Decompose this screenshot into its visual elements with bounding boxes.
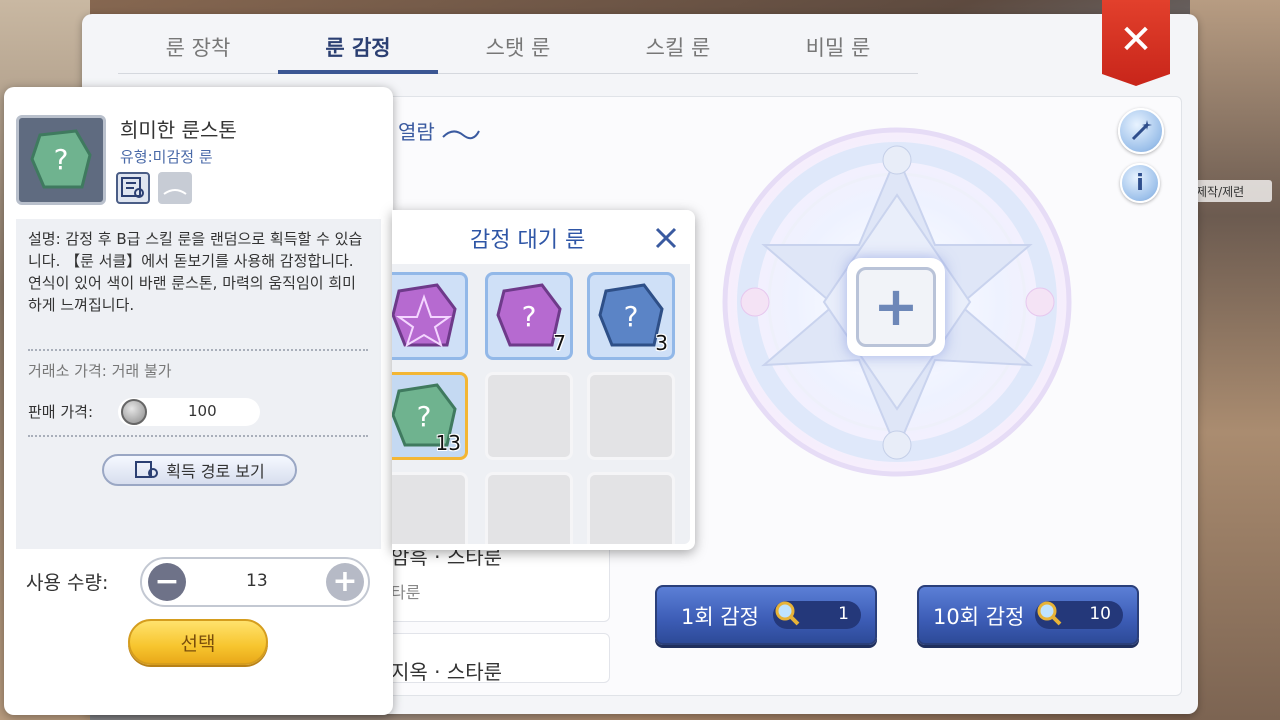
rune-count: 7 (553, 331, 566, 355)
rune-count: 3 (655, 331, 668, 355)
acquire-route-label: 획득 경로 보기 (166, 462, 265, 481)
close-icon[interactable] (652, 224, 680, 252)
background-menu-label: 제작/제련 (1192, 180, 1272, 202)
rune-slot[interactable]: ? 13 (392, 372, 468, 460)
appraise-once-button[interactable]: 1회 감정 1 (655, 585, 877, 645)
tab-rune-appraise[interactable]: 룬 감정 (278, 26, 438, 74)
magnifier-cost-pill: 10 (1035, 601, 1123, 629)
appraise-ten-label: 10회 감정 (933, 605, 1025, 629)
svg-text:?: ? (522, 300, 537, 333)
rune-slot-empty[interactable] (485, 372, 573, 460)
list-item-subtitle: 타룬 (391, 583, 421, 602)
appraise-ten-cost: 10 (1089, 604, 1111, 624)
quantity-label: 사용 수량: (26, 572, 109, 594)
rune-slot[interactable]: ? 3 (587, 272, 675, 360)
item-type: 유형:미감정 룬 (120, 148, 213, 166)
sell-price-pill: 100 (118, 398, 260, 426)
item-slot-icon (158, 172, 192, 204)
trade-price: 거래소 가격: 거래 불가 (28, 362, 172, 380)
svg-text:?: ? (417, 400, 432, 433)
select-button[interactable]: 선택 (128, 619, 268, 665)
tab-secret-rune[interactable]: 비밀 룬 (758, 26, 918, 74)
rune-slot-frame: + (856, 267, 936, 347)
route-search-icon (135, 461, 159, 478)
appraise-once-label: 1회 감정 (681, 605, 759, 629)
magnifier-cost-pill: 1 (773, 601, 861, 629)
rune-slot[interactable] (392, 272, 468, 360)
close-button[interactable]: ✕ (1102, 0, 1170, 86)
info-icon: i (1136, 170, 1144, 196)
flourish-icon (442, 130, 481, 139)
list-item[interactable]: 지옥 · 스타룬 (382, 633, 610, 684)
item-detail-icon[interactable] (116, 172, 150, 204)
quantity-stepper: − 13 + (140, 557, 370, 607)
section-header: 열람 (398, 116, 481, 145)
info-button[interactable]: i (1120, 163, 1160, 203)
zeny-coin-icon (121, 399, 147, 425)
tab-rune-equip[interactable]: 룬 장착 (118, 26, 278, 74)
minus-icon: − (154, 564, 180, 599)
tab-bar: 룬 장착 룬 감정 스탯 룬 스킬 룬 비밀 룬 (118, 26, 918, 74)
plus-icon: + (332, 564, 358, 599)
rune-count: 13 (435, 431, 461, 455)
svg-text:?: ? (54, 143, 69, 176)
item-description: 설명: 감정 후 B급 스킬 룬을 랜덤으로 획득할 수 있습니다. 【룬 서클… (28, 230, 363, 314)
item-name: 희미한 룬스톤 (120, 118, 237, 142)
rune-slot-empty[interactable] (392, 472, 468, 544)
tab-stat-rune[interactable]: 스탯 룬 (438, 26, 598, 74)
rune-slot[interactable]: ? 7 (485, 272, 573, 360)
divider (28, 435, 368, 437)
background-scenery-right (1190, 0, 1280, 720)
tab-skill-rune[interactable]: 스킬 룬 (598, 26, 758, 74)
quantity-value[interactable]: 13 (246, 571, 268, 591)
acquire-route-button[interactable]: 획득 경로 보기 (102, 454, 297, 486)
divider (28, 349, 368, 351)
magnifier-icon (775, 601, 800, 626)
sell-price-value: 100 (188, 402, 217, 420)
section-header-text: 열람 (398, 120, 435, 144)
list-item-title: 지옥 · 스타룬 (391, 660, 503, 684)
rune-slot-empty[interactable] (587, 472, 675, 544)
svg-text:?: ? (624, 300, 639, 333)
rune-slot-empty[interactable] (587, 372, 675, 460)
rune-slot-add[interactable]: + (847, 258, 945, 356)
minus-button[interactable]: − (148, 563, 186, 601)
close-icon: ✕ (1119, 17, 1153, 63)
appraise-ten-button[interactable]: 10회 감정 10 (917, 585, 1139, 645)
rune-slot-empty[interactable] (485, 472, 573, 544)
plus-button[interactable]: + (326, 563, 364, 601)
rune-grid: ? 7 ? 3 ? 13 (392, 264, 690, 544)
magic-wand-icon (1131, 120, 1152, 141)
runestone-icon: ? (16, 115, 106, 205)
magic-wand-button[interactable] (1118, 108, 1164, 154)
magnifier-icon (1037, 601, 1062, 626)
purple-pentagram-rune-icon (392, 283, 457, 348)
appraise-once-cost: 1 (838, 604, 849, 624)
popup-title: 감정 대기 룬 (470, 228, 586, 253)
pending-rune-popup: 감정 대기 룬 ? 7 ? 3 ? 13 (392, 210, 695, 550)
sell-price-label: 판매 가격: (28, 403, 94, 421)
plus-icon: + (873, 275, 919, 338)
